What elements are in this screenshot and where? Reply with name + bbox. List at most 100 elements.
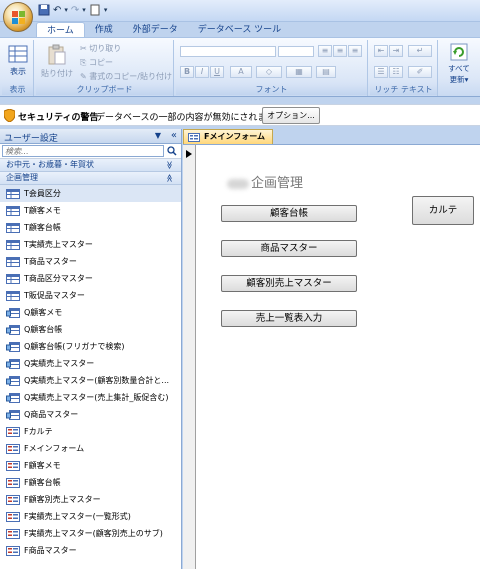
paragraph-direction-icon[interactable]: ↵	[408, 45, 432, 57]
document-tab[interactable]: Fメインフォーム	[183, 129, 273, 144]
decrease-indent-icon[interactable]: ⇤	[374, 45, 388, 57]
group-view: 表示 表示	[2, 40, 34, 96]
refresh-all-label-1: すべて	[448, 64, 470, 73]
gridlines-icon[interactable]: ▦	[286, 66, 312, 78]
nav-object-form[interactable]: F実績売上マスター(顧客別売上のサブ)	[0, 525, 181, 542]
save-icon[interactable]	[38, 4, 50, 16]
nav-object-form[interactable]: Fメインフォーム	[0, 440, 181, 457]
align-right-icon[interactable]: ≡	[348, 45, 362, 57]
document-icon[interactable]	[89, 4, 101, 16]
nav-object-form[interactable]: Fカルテ	[0, 423, 181, 440]
nav-object-query[interactable]: Q実績売上マスター(顧客別数量合計と...	[0, 372, 181, 389]
nav-object-form[interactable]: F顧客メモ	[0, 457, 181, 474]
table-icon	[6, 240, 20, 250]
nav-object-form[interactable]: F顧客別売上マスター	[0, 491, 181, 508]
view-button[interactable]: 表示	[4, 44, 32, 77]
group-view-label: 表示	[2, 85, 33, 95]
nav-object-query[interactable]: Q商品マスター	[0, 406, 181, 423]
navigation-pane: ユーザー設定 ▼ « お中元・お歳暮・年賀状 ≫ 企画管理 ≪ T会員区分 T顧客…	[0, 129, 182, 569]
sales-list-input-button[interactable]: 売上一覧表入力	[221, 310, 357, 327]
nav-object-form[interactable]: F顧客台帳	[0, 474, 181, 491]
form-icon	[6, 529, 20, 539]
numbering-icon[interactable]: ☷	[389, 66, 403, 78]
form-icon	[188, 133, 200, 142]
form-title: 企画管理	[227, 172, 303, 191]
obscured-text	[227, 178, 249, 189]
format-painter-button[interactable]: ✎ 書式のコピー/貼り付け	[80, 71, 172, 82]
tab-home[interactable]: ホーム	[36, 22, 85, 38]
customer-sales-master-button[interactable]: 顧客別売上マスター	[221, 275, 357, 292]
redo-dropdown-icon[interactable]: ▾	[82, 4, 86, 17]
refresh-icon	[450, 43, 468, 61]
nav-object-label: Q実績売上マスター(顧客別数量合計と...	[24, 376, 170, 385]
nav-header[interactable]: ユーザー設定 ▼ «	[0, 129, 181, 144]
refresh-all-button[interactable]: すべて 更新▾	[442, 43, 476, 85]
nav-category-planning[interactable]: 企画管理 ≪	[0, 172, 181, 185]
record-selector[interactable]	[183, 145, 196, 569]
underline-button[interactable]: U	[210, 66, 224, 78]
nav-object-query[interactable]: Q顧客台帳(フリガナで検索)	[0, 338, 181, 355]
tab-create[interactable]: 作成	[85, 22, 123, 38]
paste-button[interactable]: 貼り付け	[40, 44, 74, 79]
table-icon	[6, 206, 20, 216]
scissors-icon: ✂	[80, 44, 90, 53]
expand-chevron-icon: ≫	[164, 160, 174, 170]
nav-search-input[interactable]	[2, 145, 164, 157]
nav-category-gifts[interactable]: お中元・お歳暮・年賀状 ≫	[0, 159, 181, 172]
paste-icon	[48, 44, 66, 65]
office-button[interactable]	[3, 2, 33, 32]
security-warning-bar: セキュリティの警告 データベースの一部の内容が無効にされました オプション...	[0, 104, 480, 126]
search-icon[interactable]	[167, 146, 177, 156]
italic-button[interactable]: I	[195, 66, 209, 78]
form-icon	[6, 546, 20, 556]
query-icon	[6, 359, 20, 369]
nav-object-table[interactable]: T販促品マスター	[0, 287, 181, 304]
ribbon: 表示 表示 貼り付け ✂ 切り取り ⎘ コピー ✎ 書式のコピー/貼り付け クリ…	[0, 37, 480, 97]
nav-category-label: 企画管理	[6, 173, 38, 182]
nav-object-query[interactable]: Q実績売上マスター(売上集計_販促含む)	[0, 389, 181, 406]
alternate-fill-icon[interactable]: ▤	[316, 66, 336, 78]
nav-object-query[interactable]: Q顧客台帳	[0, 321, 181, 338]
undo-dropdown-icon[interactable]: ▾	[64, 4, 68, 17]
nav-object-table[interactable]: T会員区分	[0, 185, 181, 202]
group-font: ≡ ≡ ≡ B I U A ◇ ▦ ▤ フォント	[176, 40, 368, 96]
table-icon	[6, 257, 20, 267]
cut-button[interactable]: ✂ 切り取り	[80, 43, 121, 54]
redo-icon[interactable]: ↷	[71, 4, 79, 17]
product-master-button[interactable]: 商品マスター	[221, 240, 357, 257]
nav-object-table[interactable]: T商品マスター	[0, 253, 181, 270]
undo-icon[interactable]: ↶	[53, 4, 61, 17]
font-size-combo[interactable]	[278, 46, 314, 57]
karte-button[interactable]: カルテ	[412, 196, 474, 225]
nav-object-table[interactable]: T顧客メモ	[0, 202, 181, 219]
nav-object-table[interactable]: T実績売上マスター	[0, 236, 181, 253]
nav-object-query[interactable]: Q実績売上マスター	[0, 355, 181, 372]
nav-object-table[interactable]: T顧客台帳	[0, 219, 181, 236]
form-icon	[6, 427, 20, 437]
bold-button[interactable]: B	[180, 66, 194, 78]
query-icon	[6, 393, 20, 403]
copy-button[interactable]: ⎘ コピー	[80, 57, 113, 68]
customer-ledger-button[interactable]: 顧客台帳	[221, 205, 357, 222]
font-name-combo[interactable]	[180, 46, 276, 57]
nav-object-form[interactable]: F実績売上マスター(一覧形式)	[0, 508, 181, 525]
tab-external-data[interactable]: 外部データ	[123, 22, 188, 38]
increase-indent-icon[interactable]: ⇥	[389, 45, 403, 57]
fill-color-icon[interactable]: ◇	[256, 66, 282, 78]
nav-collapse-icon[interactable]: «	[171, 130, 177, 141]
highlight-icon[interactable]: ✐	[408, 66, 432, 78]
nav-object-label: Fメインフォーム	[24, 444, 85, 453]
font-color-button[interactable]: A	[230, 66, 252, 78]
bullets-icon[interactable]: ☰	[374, 66, 388, 78]
nav-object-query[interactable]: Q顧客メモ	[0, 304, 181, 321]
security-options-button[interactable]: オプション...	[262, 107, 320, 124]
nav-object-form[interactable]: F商品マスター	[0, 542, 181, 559]
align-left-icon[interactable]: ≡	[318, 45, 332, 57]
qat-customize-icon[interactable]: ▾	[104, 4, 108, 17]
nav-object-table[interactable]: T商品区分マスター	[0, 270, 181, 287]
align-center-icon[interactable]: ≡	[333, 45, 347, 57]
group-clipboard-label: クリップボード	[36, 85, 173, 95]
nav-menu-chevron-icon[interactable]: ▼	[155, 131, 161, 140]
tab-database-tools[interactable]: データベース ツール	[188, 22, 291, 38]
main-form: 企画管理 顧客台帳 商品マスター 顧客別売上マスター 売上一覧表入力 カルテ	[183, 144, 480, 569]
